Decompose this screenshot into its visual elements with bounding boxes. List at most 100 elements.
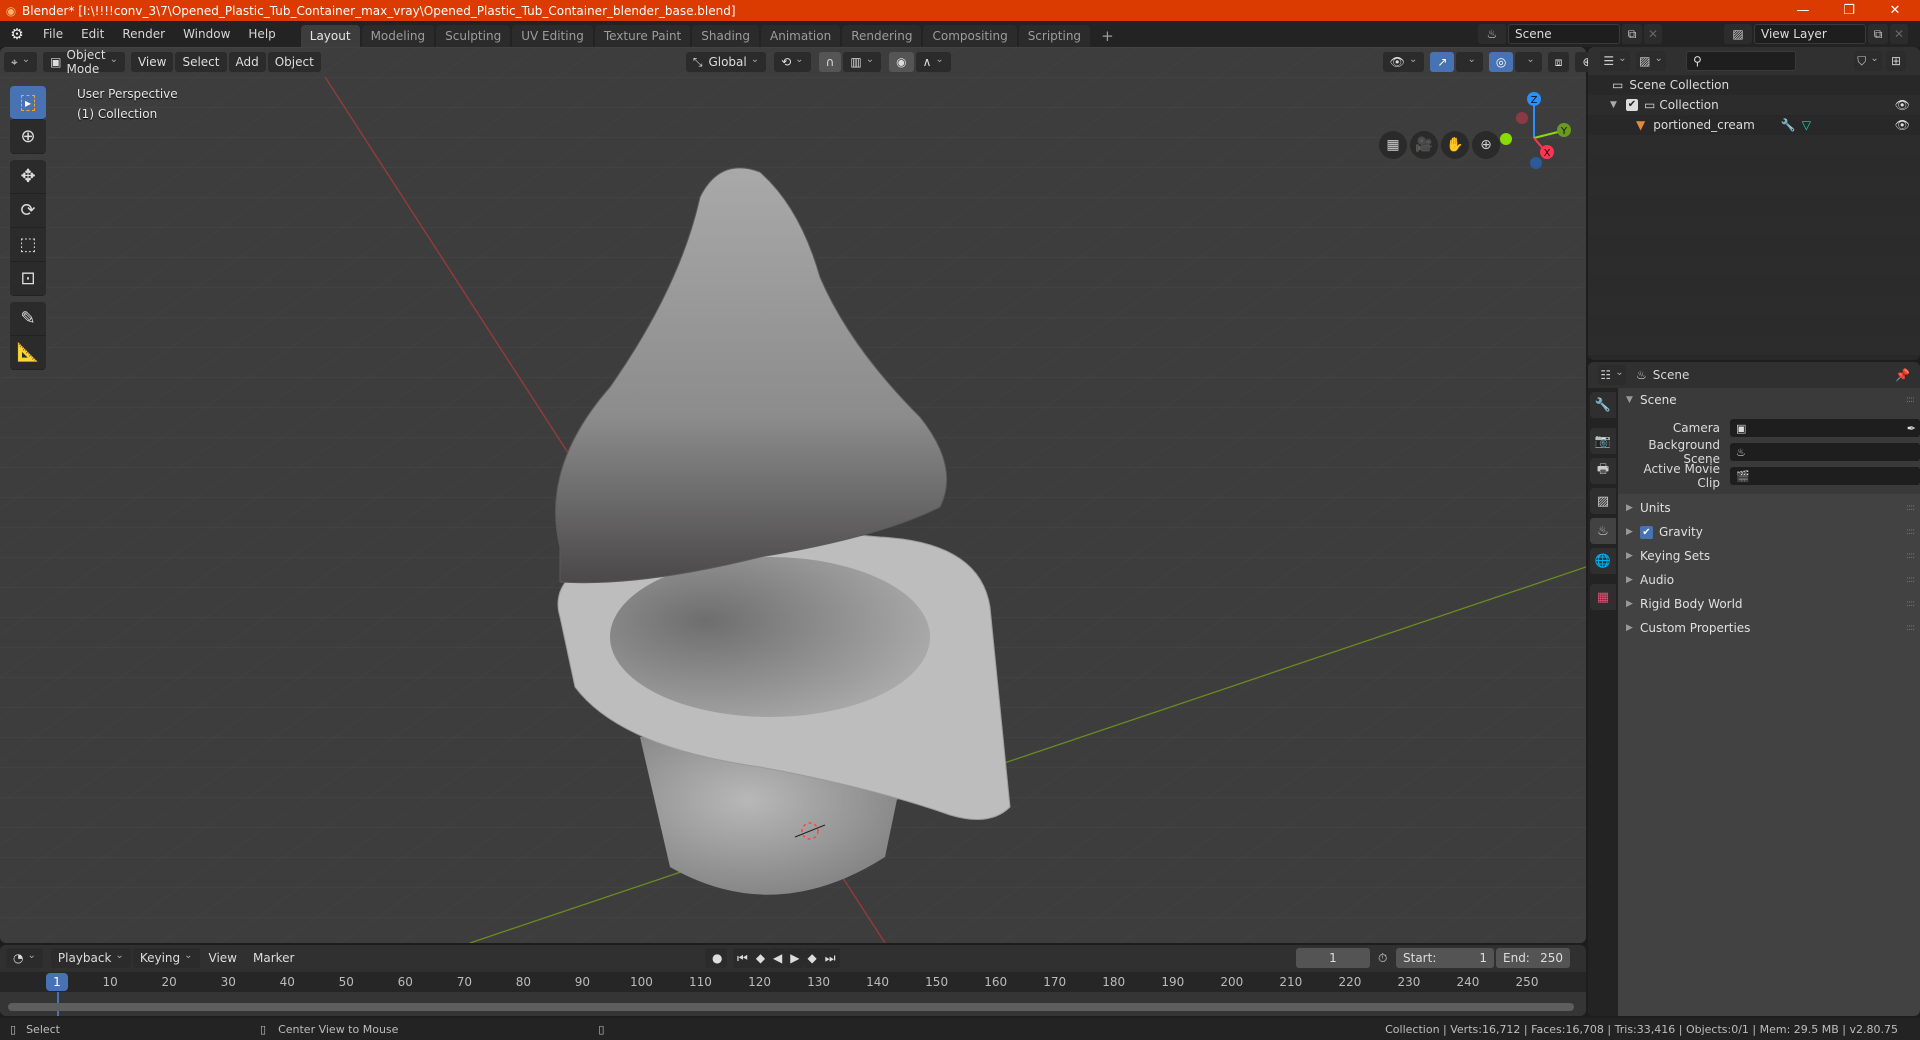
menu-help[interactable]: Help: [239, 27, 284, 41]
mesh-data-icon[interactable]: ▽: [1802, 118, 1811, 132]
menu-view[interactable]: View: [130, 52, 174, 72]
transform-orientation-dropdown[interactable]: ⤡ Global: [685, 52, 767, 72]
add-workspace-button[interactable]: +: [1092, 25, 1123, 47]
units-panel-header[interactable]: ▶ Units::::: [1618, 496, 1920, 520]
jump-to-end-button[interactable]: ⏭: [820, 948, 840, 968]
pin-icon[interactable]: 📌: [1895, 368, 1910, 382]
annotate-tool[interactable]: ✎: [10, 302, 46, 336]
gizmo-options-dropdown[interactable]: [1456, 52, 1483, 72]
modifier-wrench-icon[interactable]: 🔧: [1781, 118, 1796, 132]
filter-icon[interactable]: ⛉: [1854, 51, 1882, 71]
drag-grip-icon[interactable]: ::::: [1906, 395, 1915, 405]
delete-scene-icon[interactable]: ✕: [1644, 24, 1662, 44]
close-button[interactable]: ✕: [1872, 0, 1918, 21]
display-mode-dropdown[interactable]: ▨: [1636, 51, 1666, 71]
custom-properties-panel-header[interactable]: ▶ Custom Properties::::: [1618, 616, 1920, 640]
tab-layout[interactable]: Layout: [300, 25, 360, 47]
current-frame-field[interactable]: 1: [1296, 948, 1370, 968]
visibility-eye-icon[interactable]: 👁: [1895, 118, 1910, 132]
output-tab-icon[interactable]: 🖶: [1590, 458, 1616, 484]
tool-tab-icon[interactable]: 🔧: [1590, 392, 1616, 418]
overlay-options-dropdown[interactable]: [1515, 52, 1542, 72]
timeline-tracks[interactable]: [0, 992, 1586, 1016]
menu-window[interactable]: Window: [174, 27, 239, 41]
show-overlays-toggle[interactable]: ◎: [1488, 52, 1514, 72]
xray-toggle[interactable]: ⧈: [1547, 52, 1570, 72]
view-layer-tab-icon[interactable]: ▨: [1590, 488, 1616, 514]
menu-file[interactable]: File: [34, 27, 72, 41]
scene-panel-header[interactable]: ▼ Scene ::::: [1618, 388, 1920, 412]
jump-to-prev-keyframe-button[interactable]: ◆: [751, 948, 770, 968]
blender-menu-icon[interactable]: ⚙: [0, 25, 34, 43]
tab-rendering[interactable]: Rendering: [842, 25, 922, 47]
object-mode-dropdown[interactable]: ▣ Object Mode: [43, 48, 125, 76]
outliner-editor-type-icon[interactable]: ☰: [1600, 51, 1630, 71]
tab-uv-editing[interactable]: UV Editing: [512, 25, 593, 47]
move-tool[interactable]: ✥: [10, 160, 46, 194]
proportional-falloff-dropdown[interactable]: ∧: [915, 52, 951, 72]
drag-grip-icon[interactable]: ::::: [1906, 623, 1915, 633]
texture-tab-icon[interactable]: ▦: [1590, 584, 1616, 610]
timeline-view-menu[interactable]: View: [202, 948, 244, 968]
tab-shading[interactable]: Shading: [692, 25, 759, 47]
snap-toggle-icon[interactable]: ∩: [818, 52, 842, 72]
scene-tab-icon[interactable]: ♨: [1590, 518, 1616, 544]
drag-grip-icon[interactable]: ::::: [1906, 527, 1915, 537]
selectability-visibility-dropdown[interactable]: 👁: [1382, 52, 1425, 72]
3d-viewport[interactable]: ▦ 🎥 ✋ ⊕ Z Y X: [0, 47, 1586, 943]
new-view-layer-icon[interactable]: ⧉: [1868, 24, 1888, 44]
rigid-body-world-panel-header[interactable]: ▶ Rigid Body World::::: [1618, 592, 1920, 616]
navigation-gizmo[interactable]: Z Y X: [1490, 83, 1586, 173]
tab-animation[interactable]: Animation: [761, 25, 841, 47]
menu-render[interactable]: Render: [113, 27, 174, 41]
drag-grip-icon[interactable]: ::::: [1906, 575, 1915, 585]
playhead-frame-indicator[interactable]: 1: [46, 973, 68, 991]
delete-view-layer-icon[interactable]: ✕: [1890, 24, 1908, 44]
proportional-edit-icon[interactable]: ◉: [889, 52, 914, 72]
new-scene-icon[interactable]: ⧉: [1622, 24, 1642, 44]
tab-compositing[interactable]: Compositing: [923, 25, 1017, 47]
play-reverse-button[interactable]: ◀: [769, 948, 787, 968]
timeline-editor-type-icon[interactable]: ◔: [6, 948, 43, 968]
tab-modeling[interactable]: Modeling: [361, 25, 435, 47]
audio-panel-header[interactable]: ▶ Audio::::: [1618, 568, 1920, 592]
camera-view-icon[interactable]: 🎥: [1410, 131, 1438, 159]
snap-target-dropdown[interactable]: ▥: [843, 52, 882, 72]
tab-scripting[interactable]: Scripting: [1018, 25, 1091, 47]
view-layer-icon[interactable]: ▨: [1724, 24, 1752, 44]
tab-texture-paint[interactable]: Texture Paint: [594, 25, 691, 47]
render-tab-icon[interactable]: 📷: [1590, 428, 1616, 454]
timeline-scrollbar[interactable]: [8, 1003, 1574, 1011]
marker-menu[interactable]: Marker: [246, 948, 301, 968]
jump-to-start-button[interactable]: ⏮: [733, 948, 752, 968]
outliner-search-input[interactable]: ⚲: [1686, 51, 1796, 71]
camera-field[interactable]: ▣ ✒: [1730, 419, 1920, 437]
outliner-row-portioned-cream[interactable]: ▼ portioned_cream 🔧 ▽ 👁: [1588, 115, 1920, 135]
menu-object[interactable]: Object: [267, 52, 321, 72]
end-frame-field[interactable]: End: 250: [1496, 948, 1570, 968]
menu-edit[interactable]: Edit: [72, 27, 113, 41]
preview-range-stopwatch-icon[interactable]: ⏱: [1378, 951, 1387, 966]
gravity-checkbox[interactable]: ✔: [1640, 525, 1653, 539]
visibility-eye-icon[interactable]: 👁: [1895, 98, 1910, 112]
world-tab-icon[interactable]: 🌐: [1590, 548, 1616, 574]
menu-add[interactable]: Add: [228, 52, 266, 72]
expand-arrow-icon[interactable]: ▼: [1610, 100, 1626, 110]
toggle-grid-view-icon[interactable]: ▦: [1379, 131, 1407, 159]
editor-type-icon[interactable]: ⌖: [4, 52, 38, 72]
transform-tool[interactable]: ⊡: [10, 262, 46, 296]
new-collection-icon[interactable]: ⊞: [1886, 51, 1906, 71]
collection-checkbox[interactable]: ✔: [1626, 99, 1638, 111]
play-button[interactable]: ▶: [786, 948, 804, 968]
pan-hand-icon[interactable]: ✋: [1441, 131, 1469, 159]
rotate-tool[interactable]: ⟳: [10, 194, 46, 228]
measure-tool[interactable]: 📐: [10, 336, 46, 370]
cursor-tool[interactable]: ⊕: [10, 120, 46, 154]
tab-sculpting[interactable]: Sculpting: [436, 25, 511, 47]
maximize-button[interactable]: ❐: [1826, 0, 1872, 21]
eyedropper-icon[interactable]: ✒: [1907, 422, 1916, 435]
timeline-ruler[interactable]: 1 10 20 30 40 50 60 70 80 90 100 110 120 130 140 150 16…: [0, 972, 1586, 992]
keying-menu[interactable]: Keying: [132, 948, 200, 968]
scene-name-field[interactable]: Scene: [1508, 24, 1620, 44]
outliner-row-collection[interactable]: ▼ ✔ ▭ Collection 👁: [1588, 95, 1920, 115]
